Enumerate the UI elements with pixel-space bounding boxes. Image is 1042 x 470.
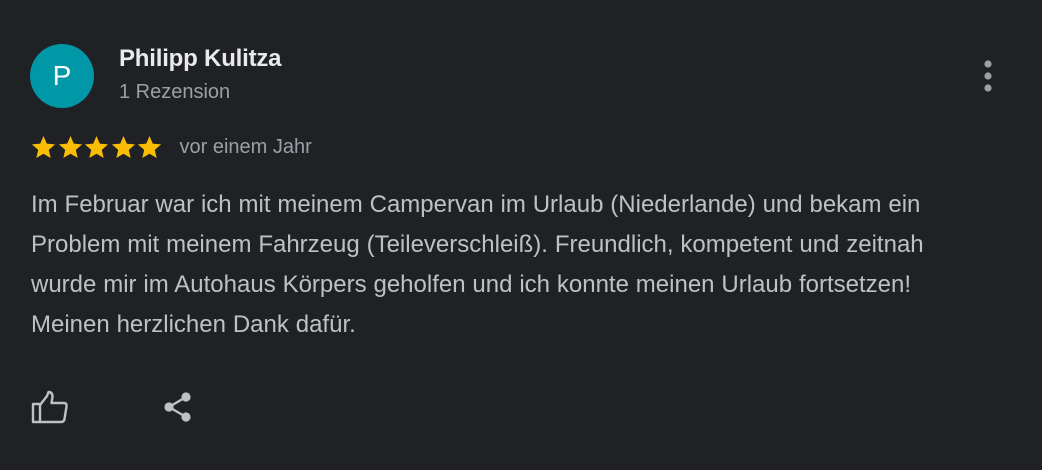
star-rating	[30, 134, 163, 161]
rating-row: vor einem Jahr	[30, 131, 312, 163]
reviewer-name[interactable]: Philipp Kulitza	[119, 45, 282, 73]
star-icon	[58, 135, 82, 158]
review-date: vor einem Jahr	[179, 135, 312, 158]
star-icon	[137, 135, 162, 158]
more-options-button[interactable]	[970, 56, 1006, 96]
like-button[interactable]	[28, 385, 72, 429]
more-vert-icon	[984, 60, 992, 92]
thumb-up-icon	[31, 390, 68, 424]
share-icon	[164, 392, 191, 422]
star-icon	[31, 135, 56, 158]
reviewer-review-count[interactable]: 1 Rezension	[119, 81, 230, 104]
star-icon	[84, 135, 109, 158]
avatar[interactable]: P	[30, 44, 94, 108]
star-icon	[111, 135, 135, 158]
avatar-initial: P	[52, 60, 72, 91]
review-text: Im Februar war ich mit meinem Campervan …	[31, 191, 924, 338]
share-button[interactable]	[156, 385, 200, 429]
